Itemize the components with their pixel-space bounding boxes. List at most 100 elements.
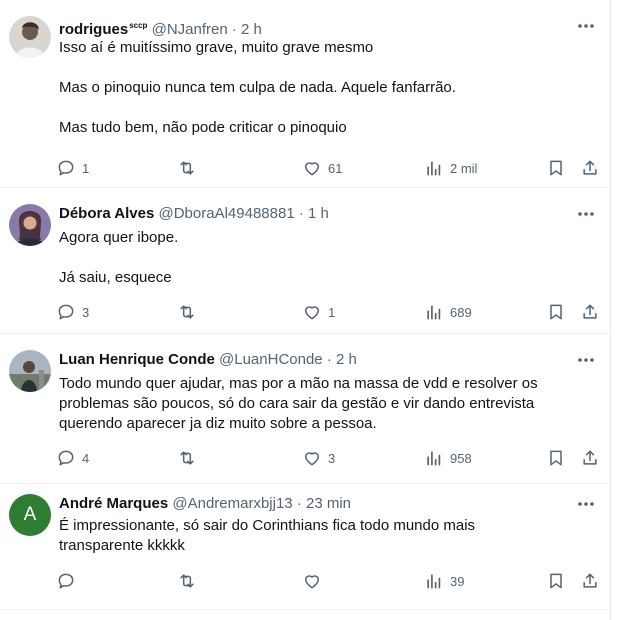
avatar-letter: A xyxy=(23,504,37,525)
bookmark-icon xyxy=(550,450,562,466)
share-button[interactable] xyxy=(580,302,600,322)
reply-button[interactable]: 3 xyxy=(56,302,89,322)
reply-button[interactable]: 4 xyxy=(56,448,89,468)
more-dots-icon xyxy=(578,212,594,216)
views-count: 689 xyxy=(450,304,472,320)
bookmark-icon xyxy=(550,160,562,176)
views-chart-icon xyxy=(427,574,441,589)
avatar[interactable] xyxy=(9,16,51,58)
like-button[interactable] xyxy=(302,571,328,591)
action-bar: 4 3 958 xyxy=(56,448,602,468)
views-button[interactable]: 689 xyxy=(424,302,472,322)
person-photo-icon xyxy=(9,350,51,392)
views-chart-icon xyxy=(427,161,441,176)
bookmark-icon xyxy=(550,573,562,589)
bookmark-button[interactable] xyxy=(546,571,566,591)
like-count: 1 xyxy=(328,304,336,320)
timestamp[interactable]: 1 h xyxy=(308,205,329,222)
like-count: 3 xyxy=(328,450,336,466)
views-chart-icon xyxy=(427,305,441,320)
views-button[interactable]: 958 xyxy=(424,448,472,468)
views-button[interactable]: 2 mil xyxy=(424,158,477,178)
tweet-text: Agora quer ibope. Já saiu, esquece xyxy=(59,228,599,288)
tweet-line: transparente kkkkk xyxy=(59,537,185,554)
avatar[interactable] xyxy=(9,350,51,392)
timestamp[interactable]: 23 min xyxy=(306,495,351,512)
reply-button[interactable]: 1 xyxy=(56,158,89,178)
share-icon xyxy=(583,160,597,175)
author-handle[interactable]: @Andremarxbjj13 xyxy=(172,495,292,512)
more-dots-icon xyxy=(578,502,594,506)
share-icon xyxy=(583,304,597,319)
like-button[interactable]: 61 xyxy=(302,158,342,178)
separator-dot: · xyxy=(298,205,304,222)
separator-dot: · xyxy=(296,495,302,512)
retweet-button[interactable] xyxy=(176,302,204,322)
tweet-line: Mas o pinoquio nunca tem culpa de nada. … xyxy=(59,79,456,96)
author-handle[interactable]: @LuanHConde xyxy=(219,351,323,368)
retweet-button[interactable] xyxy=(176,571,204,591)
reply-button[interactable] xyxy=(56,571,82,591)
reply-count: 4 xyxy=(82,450,90,466)
tweet-header: Luan Henrique Conde @LuanHConde · 2 h xyxy=(59,350,357,370)
tweet-reply[interactable]: A André Marques @Andremarxbjj13 · 23 min… xyxy=(0,484,611,610)
views-button[interactable]: 39 xyxy=(424,571,464,591)
reply-thread: rodriguessccp @NJanfren · 2 h Isso aí é … xyxy=(0,0,611,620)
tweet-text: É impressionante, só sair do Corinthians… xyxy=(59,516,599,556)
tweet-reply[interactable]: Débora Alves @DboraAl49488881 · 1 h Agor… xyxy=(0,188,611,334)
author-handle[interactable]: @DboraAl49488881 xyxy=(159,205,295,222)
reply-icon xyxy=(58,450,74,466)
more-options-button[interactable] xyxy=(574,16,598,36)
views-count: 39 xyxy=(450,573,465,589)
bookmark-button[interactable] xyxy=(546,158,566,178)
tweet-header: Débora Alves @DboraAl49488881 · 1 h xyxy=(59,204,329,224)
tweet-reply[interactable]: Luan Henrique Conde @LuanHConde · 2 h To… xyxy=(0,334,611,484)
share-button[interactable] xyxy=(580,571,600,591)
more-options-button[interactable] xyxy=(574,204,598,224)
retweet-button[interactable] xyxy=(176,158,204,178)
action-bar: 39 xyxy=(56,571,602,591)
author-name[interactable]: André Marques xyxy=(59,495,168,512)
retweet-icon xyxy=(180,305,194,319)
retweet-icon xyxy=(180,161,194,175)
share-icon xyxy=(583,450,597,465)
timestamp[interactable]: 2 h xyxy=(241,21,262,38)
views-count: 2 mil xyxy=(450,160,478,176)
retweet-icon xyxy=(180,451,194,465)
like-button[interactable]: 3 xyxy=(302,448,335,468)
tweet-text: Todo mundo quer ajudar, mas por a mão na… xyxy=(59,374,599,434)
author-name[interactable]: Débora Alves xyxy=(59,205,154,222)
heart-icon xyxy=(305,575,319,589)
author-name[interactable]: Luan Henrique Conde xyxy=(59,351,215,368)
views-count: 958 xyxy=(450,450,472,466)
action-bar: 3 1 689 xyxy=(56,302,602,322)
avatar[interactable]: A xyxy=(9,494,51,536)
like-button[interactable]: 1 xyxy=(302,302,335,322)
heart-icon xyxy=(305,306,319,320)
tweet-header: André Marques @Andremarxbjj13 · 23 min xyxy=(59,494,351,514)
author-name[interactable]: rodrigues xyxy=(59,21,128,38)
reply-count: 1 xyxy=(82,160,90,176)
more-options-button[interactable] xyxy=(574,350,598,370)
share-button[interactable] xyxy=(580,158,600,178)
avatar[interactable] xyxy=(9,204,51,246)
views-chart-icon xyxy=(427,451,441,466)
more-options-button[interactable] xyxy=(574,494,598,514)
separator-dot: · xyxy=(326,351,332,368)
share-button[interactable] xyxy=(580,448,600,468)
author-handle[interactable]: @NJanfren xyxy=(152,21,228,38)
separator-dot: · xyxy=(231,21,237,38)
reply-icon xyxy=(58,304,74,320)
bookmark-button[interactable] xyxy=(546,448,566,468)
tweet-line: Já saiu, esquece xyxy=(59,269,172,286)
timestamp[interactable]: 2 h xyxy=(336,351,357,368)
reply-icon xyxy=(58,573,74,589)
tweet-line: É impressionante, só sair do Corinthians… xyxy=(59,517,476,534)
tweet-text: Isso aí é muitíssimo grave, muito grave … xyxy=(59,38,599,138)
tweet-line: Agora quer ibope. xyxy=(59,229,179,246)
retweet-button[interactable] xyxy=(176,448,204,468)
bookmark-button[interactable] xyxy=(546,302,566,322)
tweet-line: Isso aí é muitíssimo grave, muito grave … xyxy=(59,39,374,56)
tweet-reply[interactable]: rodriguessccp @NJanfren · 2 h Isso aí é … xyxy=(0,0,611,188)
bookmark-icon xyxy=(550,304,562,320)
